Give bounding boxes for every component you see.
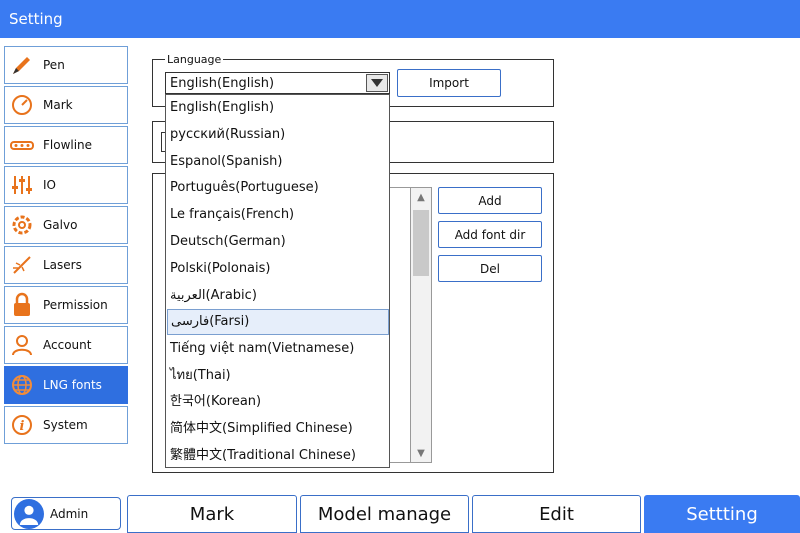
language-option[interactable]: العربية(Arabic) xyxy=(167,283,389,309)
window-title: Setting xyxy=(9,10,63,28)
language-dropdown-list: English(English) русский(Russian) Espano… xyxy=(165,94,390,468)
title-bar: Setting xyxy=(0,0,800,38)
pen-icon xyxy=(5,47,39,83)
del-button[interactable]: Del xyxy=(438,255,542,282)
info-icon: i xyxy=(5,407,39,443)
scroll-up-icon[interactable]: ▲ xyxy=(411,188,431,206)
sidebar-item-galvo[interactable]: Galvo xyxy=(4,206,128,244)
language-option[interactable]: русский(Russian) xyxy=(167,122,389,148)
tab-edit[interactable]: Edit xyxy=(472,495,641,533)
language-option[interactable]: Deutsch(German) xyxy=(167,229,389,255)
language-option[interactable]: Espanol(Spanish) xyxy=(167,149,389,175)
sidebar-item-permission[interactable]: Permission xyxy=(4,286,128,324)
sidebar-item-io[interactable]: IO xyxy=(4,166,128,204)
user-icon xyxy=(19,505,39,525)
language-option[interactable]: English(English) xyxy=(167,95,389,121)
tab-setting[interactable]: Settting xyxy=(644,495,800,533)
language-option[interactable]: 한국어(Korean) xyxy=(167,389,389,415)
import-button[interactable]: Import xyxy=(397,69,501,97)
add-button[interactable]: Add xyxy=(438,187,542,214)
language-option[interactable]: ไทย(Thai) xyxy=(167,363,389,389)
language-option[interactable]: Tiếng việt nam(Vietnamese) xyxy=(167,336,389,362)
tab-mark[interactable]: Mark xyxy=(127,495,297,533)
scroll-down-icon[interactable]: ▼ xyxy=(411,444,431,462)
sidebar-item-mark[interactable]: Mark xyxy=(4,86,128,124)
sidebar-item-label: Permission xyxy=(43,298,108,312)
svg-text:i: i xyxy=(20,419,25,434)
language-group-title: Language xyxy=(165,53,224,66)
conveyor-icon xyxy=(5,127,39,163)
sidebar-item-system[interactable]: i System xyxy=(4,406,128,444)
sidebar-item-label: Account xyxy=(43,338,92,352)
globe-icon xyxy=(5,367,39,403)
lock-icon xyxy=(5,287,39,323)
fonts-list[interactable] xyxy=(390,187,410,463)
sidebar-item-flowline[interactable]: Flowline xyxy=(4,126,128,164)
sidebar-item-label: Pen xyxy=(43,58,65,72)
sidebar-item-label: IO xyxy=(43,178,56,192)
sidebar-item-label: Lasers xyxy=(43,258,82,272)
io-sliders-icon xyxy=(5,167,39,203)
avatar xyxy=(14,498,44,529)
user-badge[interactable]: Admin xyxy=(11,497,121,530)
sidebar-item-account[interactable]: Account xyxy=(4,326,128,364)
gear-icon xyxy=(5,207,39,243)
language-selected-value: English(English) xyxy=(170,76,275,91)
sidebar-item-label: LNG fonts xyxy=(43,378,102,392)
user-icon xyxy=(5,327,39,363)
sidebar-item-lasers[interactable]: Lasers xyxy=(4,246,128,284)
language-option[interactable]: 简体中文(Simplified Chinese) xyxy=(167,416,389,442)
fonts-list-scrollbar[interactable]: ▲ ▼ xyxy=(410,187,432,463)
scroll-thumb[interactable] xyxy=(413,210,429,276)
tab-model-manage[interactable]: Model manage xyxy=(300,495,469,533)
language-option[interactable]: Polski(Polonais) xyxy=(167,256,389,282)
add-font-dir-button[interactable]: Add font dir xyxy=(438,221,542,248)
language-option[interactable]: Le français(French) xyxy=(167,202,389,228)
chevron-down-icon[interactable] xyxy=(366,74,388,92)
language-option-highlighted[interactable]: فارسی(Farsi) xyxy=(167,309,389,335)
language-option[interactable]: Português(Portuguese) xyxy=(167,175,389,201)
sidebar-item-label: System xyxy=(43,418,88,432)
sidebar-item-label: Galvo xyxy=(43,218,78,232)
language-select[interactable]: English(English) xyxy=(165,72,390,94)
sidebar-item-label: Flowline xyxy=(43,138,93,152)
sidebar-item-pen[interactable]: Pen xyxy=(4,46,128,84)
mark-gauge-icon xyxy=(5,87,39,123)
sidebar-item-lng-fonts[interactable]: LNG fonts xyxy=(4,366,128,404)
user-name: Admin xyxy=(50,506,89,521)
laser-icon xyxy=(5,247,39,283)
language-option[interactable]: 繁體中文(Traditional Chinese) xyxy=(167,443,389,469)
sidebar-item-label: Mark xyxy=(43,98,73,112)
